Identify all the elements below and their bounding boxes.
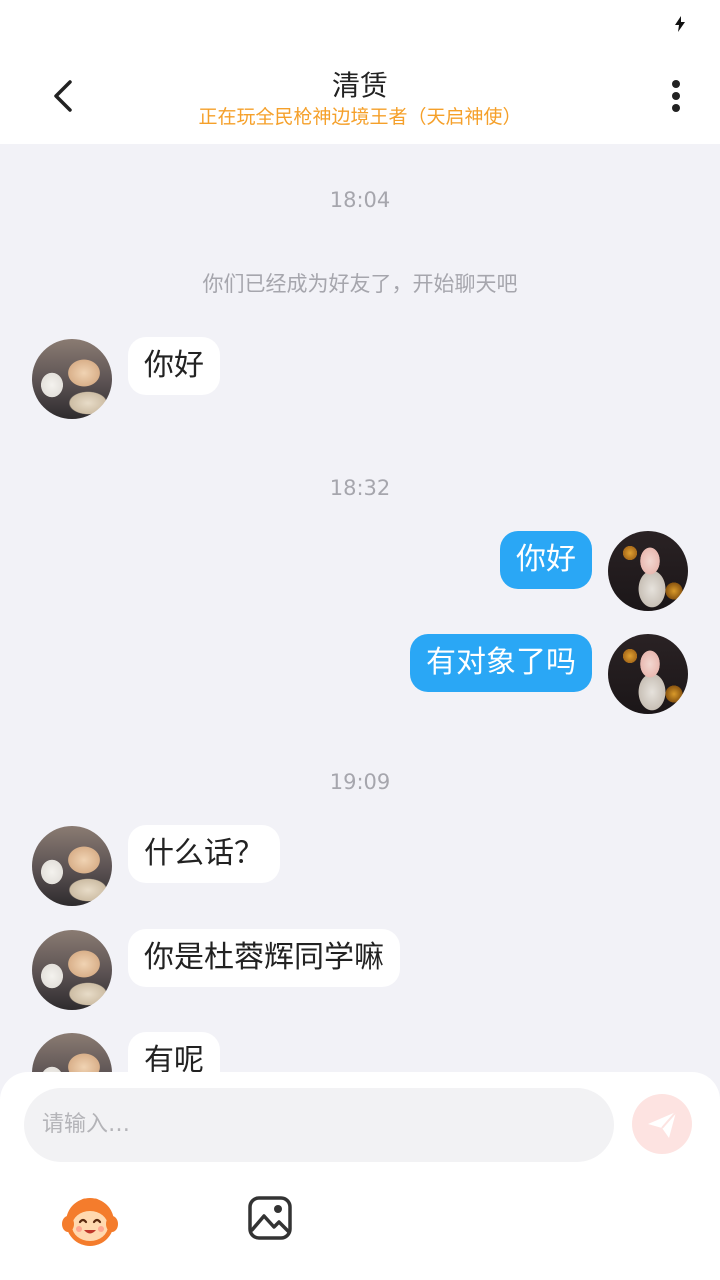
message-bubble-outgoing[interactable]: 你好	[500, 531, 592, 589]
contact-name: 清赁	[331, 69, 388, 102]
charging-bolt-icon	[675, 16, 685, 32]
send-icon	[648, 1111, 677, 1138]
contact-avatar[interactable]	[32, 339, 112, 419]
emoji-mascot-icon	[62, 1198, 118, 1246]
contact-activity-status: 正在玩全民枪神边境王者（天启神使）	[198, 106, 522, 128]
message-bubble-incoming[interactable]: 什么话？	[128, 825, 280, 883]
timestamp: 19:09	[329, 770, 391, 794]
emoji-button[interactable]	[60, 1192, 120, 1248]
image-picker-button[interactable]	[246, 1194, 294, 1242]
status-bar	[0, 0, 720, 48]
contact-avatar[interactable]	[32, 930, 112, 1010]
message-bubble-incoming[interactable]: 你好	[128, 337, 220, 395]
timestamp: 18:32	[329, 476, 391, 500]
composer-panel: 请输入…	[0, 1072, 720, 1280]
user-avatar[interactable]	[608, 531, 688, 611]
user-avatar[interactable]	[608, 634, 688, 714]
image-icon	[248, 1196, 292, 1240]
message-list[interactable]: 18:04 你们已经成为好友了，开始聊天吧 你好 18:32 你好 有对象了吗 …	[0, 144, 720, 1072]
message-bubble-incoming[interactable]: 有呢	[128, 1032, 220, 1072]
chat-header: 清赁 正在玩全民枪神边境王者（天启神使）	[0, 48, 720, 144]
message-bubble-incoming[interactable]: 你是杜蓉辉同学嘛	[128, 929, 400, 987]
message-bubble-outgoing[interactable]: 有对象了吗	[410, 634, 592, 692]
message-input[interactable]: 请输入…	[24, 1088, 614, 1162]
more-options-button[interactable]	[656, 74, 696, 118]
contact-avatar[interactable]	[32, 826, 112, 906]
more-vertical-icon	[672, 80, 680, 112]
timestamp: 18:04	[329, 188, 391, 212]
send-button[interactable]	[632, 1094, 692, 1154]
system-message: 你们已经成为好友了，开始聊天吧	[202, 272, 518, 296]
contact-avatar[interactable]	[32, 1033, 112, 1072]
